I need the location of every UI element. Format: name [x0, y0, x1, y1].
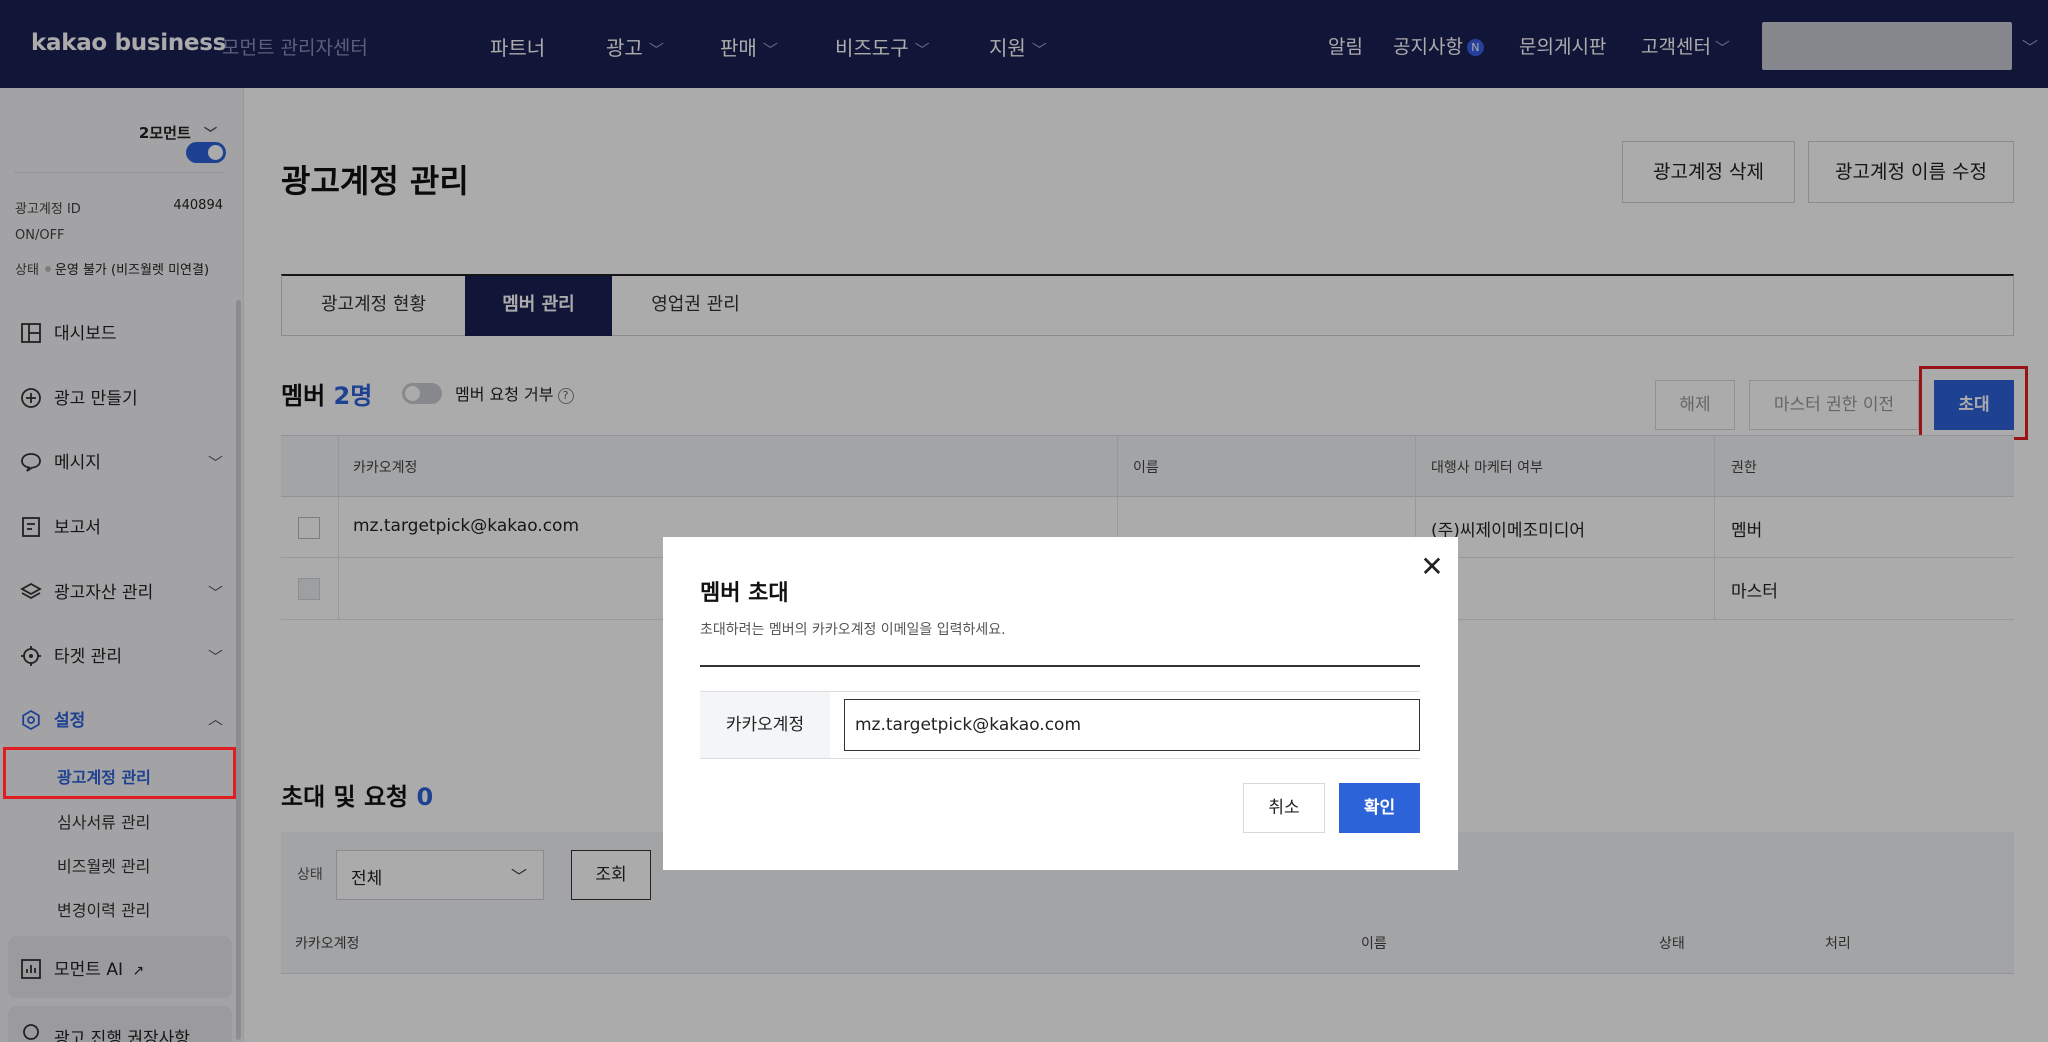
modal-description: 초대하려는 멤버의 카카오계정 이메일을 입력하세요. — [700, 622, 1006, 638]
cancel-button[interactable]: 취소 — [1243, 783, 1325, 833]
confirm-button[interactable]: 확인 — [1339, 783, 1420, 833]
invite-member-modal: 멤버 초대 ✕ 초대하려는 멤버의 카카오계정 이메일을 입력하세요. 카카오계… — [663, 537, 1458, 870]
modal-backdrop[interactable] — [0, 0, 2048, 1042]
divider — [700, 665, 1420, 667]
kakao-account-email-input[interactable] — [844, 699, 1420, 751]
modal-title: 멤버 초대 — [700, 581, 789, 606]
close-icon[interactable]: ✕ — [1415, 551, 1449, 585]
field-label: 카카오계정 — [700, 692, 830, 758]
highlight-box — [3, 747, 236, 799]
kakao-account-field-row: 카카오계정 — [700, 691, 1420, 759]
